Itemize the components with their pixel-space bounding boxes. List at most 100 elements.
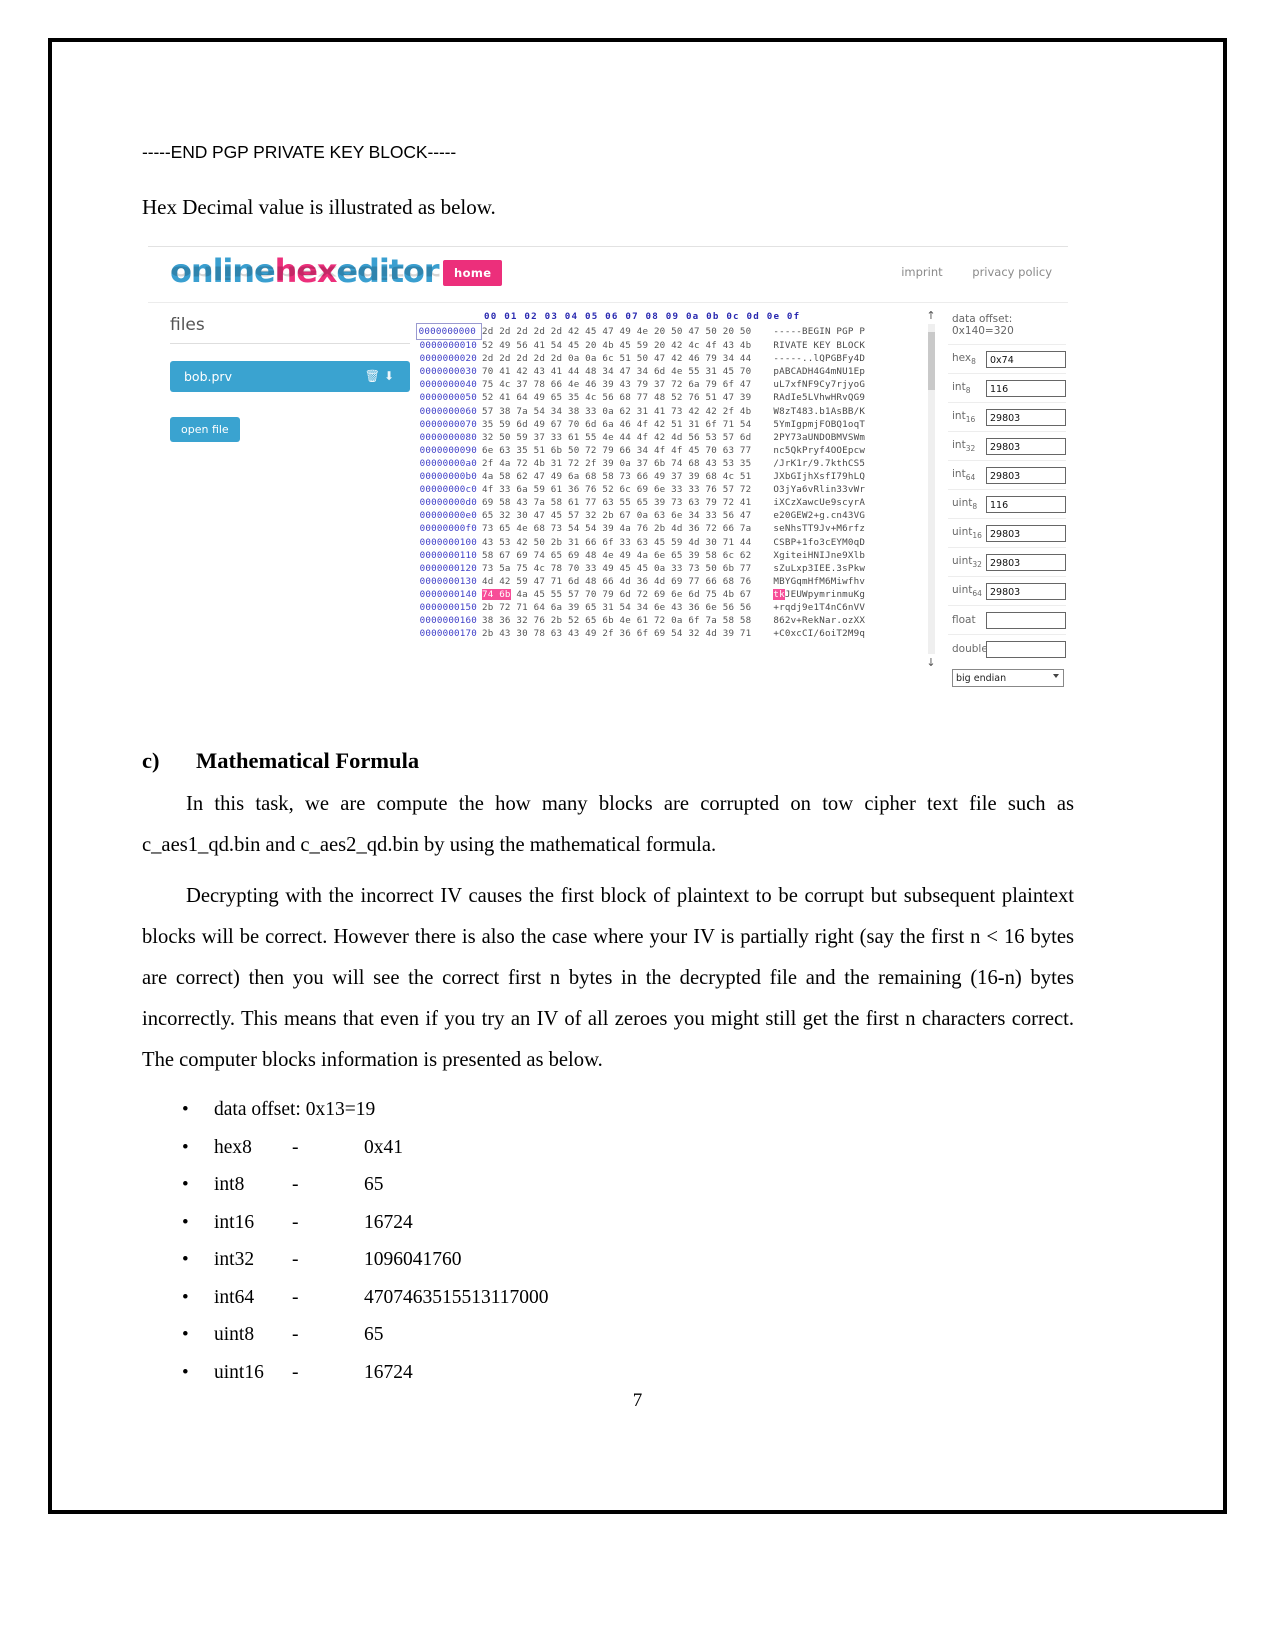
hex-row-offset[interactable]: 0000000100 (416, 536, 482, 549)
hex-row-ascii[interactable]: MBYGqmHfM6Miwfhv (773, 575, 865, 588)
hex-row-bytes[interactable]: 4a 58 62 47 49 6a 68 58 73 66 49 37 39 6… (482, 470, 751, 483)
hex-row-ascii[interactable]: +C0xcCI/6oiT2M9q (773, 627, 865, 640)
hex-row-offset[interactable]: 0000000020 (416, 352, 482, 365)
hex-row-bytes[interactable]: 2d 2d 2d 2d 2d 42 45 47 49 4e 20 50 47 5… (482, 325, 751, 338)
hex-row-bytes[interactable]: 70 41 42 43 41 44 48 34 47 34 6d 4e 55 3… (482, 365, 751, 378)
hex-row-offset[interactable]: 0000000070 (416, 418, 482, 431)
scroll-up-arrow-icon[interactable]: ↑ (923, 309, 939, 322)
hex-row-ascii[interactable]: CSBP+1fo3cEYM0qD (773, 536, 865, 549)
hex-row-offset[interactable]: 00000000a0 (416, 457, 482, 470)
hex-row[interactable]: 0000000080 32 50 59 37 33 61 55 4e 44 4f … (416, 431, 916, 444)
hex-row[interactable]: 0000000130 4d 42 59 47 71 6d 48 66 4d 36 … (416, 575, 916, 588)
inspector-value-input[interactable]: 29803 (986, 582, 1066, 600)
file-list-item-bob-prv[interactable]: bob.prv 🗑⬇ (170, 361, 410, 392)
hex-row-ascii[interactable]: -----..lQPGBFy4D (773, 352, 865, 365)
hex-row-bytes[interactable]: 32 50 59 37 33 61 55 4e 44 4f 42 4d 56 5… (482, 431, 751, 444)
hex-row-bytes[interactable]: 2d 2d 2d 2d 2d 0a 0a 6c 51 50 47 42 46 7… (482, 352, 751, 365)
hex-row-bytes[interactable]: 2f 4a 72 4b 31 72 2f 39 0a 37 6b 74 68 4… (482, 457, 751, 470)
hex-row[interactable]: 0000000000 2d 2d 2d 2d 2d 42 45 47 49 4e … (416, 323, 916, 341)
hex-row-bytes[interactable]: 2b 72 71 64 6a 39 65 31 54 34 6e 43 36 6… (482, 601, 751, 614)
hex-row-offset[interactable]: 0000000150 (416, 601, 482, 614)
hex-row-ascii[interactable]: W8zT483.b1AsBB/K (773, 405, 865, 418)
hex-row-bytes[interactable]: 6e 63 35 51 6b 50 72 79 66 34 4f 4f 45 7… (482, 444, 751, 457)
hex-row[interactable]: 00000000c0 4f 33 6a 59 61 36 76 52 6c 69 … (416, 483, 916, 496)
hex-row-offset[interactable]: 0000000110 (416, 549, 482, 562)
hex-row-offset[interactable]: 0000000010 (416, 339, 482, 352)
hex-row-ascii[interactable]: seNhsTT9Jv+M6rfz (773, 522, 865, 535)
hex-row[interactable]: 0000000060 57 38 7a 54 34 38 33 0a 62 31 … (416, 405, 916, 418)
hex-row[interactable]: 00000000b0 4a 58 62 47 49 6a 68 58 73 66 … (416, 470, 916, 483)
hex-row[interactable]: 0000000120 73 5a 75 4c 78 70 33 49 45 45 … (416, 562, 916, 575)
inspector-value-input[interactable]: 116 (986, 379, 1066, 397)
hex-row-bytes[interactable]: 74 6b 4a 45 55 57 70 79 6d 72 69 6e 6d 7… (482, 588, 751, 601)
hex-row-offset[interactable]: 00000000c0 (416, 483, 482, 496)
hex-row-offset[interactable]: 0000000080 (416, 431, 482, 444)
hex-row[interactable]: 0000000030 70 41 42 43 41 44 48 34 47 34 … (416, 365, 916, 378)
hex-row-offset[interactable]: 00000000d0 (416, 496, 482, 509)
inspector-value-input[interactable]: 29803 (986, 524, 1066, 542)
hex-row[interactable]: 0000000110 58 67 69 74 65 69 48 4e 49 4a … (416, 549, 916, 562)
hex-row[interactable]: 0000000050 52 41 64 49 65 35 4c 56 68 77 … (416, 391, 916, 404)
hex-row-offset[interactable]: 0000000030 (416, 365, 482, 378)
hex-row-ascii[interactable]: sZuLxp3IEE.3sPkw (773, 562, 865, 575)
hex-row-bytes[interactable]: 43 53 42 50 2b 31 66 6f 33 63 45 59 4d 3… (482, 536, 751, 549)
hex-row-offset[interactable]: 0000000170 (416, 627, 482, 640)
hex-row-bytes[interactable]: 65 32 30 47 45 57 32 2b 67 0a 63 6e 34 3… (482, 509, 751, 522)
inspector-value-input[interactable]: 116 (986, 495, 1066, 513)
hex-row-offset[interactable]: 0000000040 (416, 378, 482, 391)
hex-row-ascii[interactable]: 5YmIgpmjFOBQ1oqT (773, 418, 865, 431)
hex-row-ascii[interactable]: e20GEW2+g.cn43VG (773, 509, 865, 522)
hex-row-offset[interactable]: 0000000050 (416, 391, 482, 404)
hex-row-ascii[interactable]: RAdIe5LVhwHRvQG9 (773, 391, 865, 404)
hex-row[interactable]: 0000000150 2b 72 71 64 6a 39 65 31 54 34 … (416, 601, 916, 614)
hex-row-ascii[interactable]: JXbGIjhXsfI79hLQ (773, 470, 865, 483)
scroll-down-arrow-icon[interactable]: ↓ (923, 656, 939, 669)
inspector-value-input[interactable]: 0x74 (986, 350, 1066, 368)
inspector-value-input[interactable] (986, 640, 1066, 658)
hex-dump-pane[interactable]: 00 01 02 03 04 05 06 07 08 09 0a 0b 0c 0… (416, 311, 916, 683)
trash-icon[interactable]: 🗑 (365, 369, 384, 383)
hex-row-bytes[interactable]: 35 59 6d 49 67 70 6d 6a 46 4f 42 51 31 6… (482, 418, 751, 431)
hex-row[interactable]: 00000000a0 2f 4a 72 4b 31 72 2f 39 0a 37 … (416, 457, 916, 470)
hex-row-ascii[interactable]: 2PY73aUNDOBMVSWm (773, 431, 865, 444)
hex-row-bytes[interactable]: 73 5a 75 4c 78 70 33 49 45 45 0a 33 73 5… (482, 562, 751, 575)
hex-row-ascii[interactable]: +rqdj9e1T4nC6nVV (773, 601, 865, 614)
hex-row-ascii[interactable]: tkJEUWpymrinmuKg (773, 588, 865, 601)
hex-row[interactable]: 00000000e0 65 32 30 47 45 57 32 2b 67 0a … (416, 509, 916, 522)
hex-row-offset[interactable]: 00000000b0 (416, 470, 482, 483)
hex-row-ascii[interactable]: -----BEGIN PGP P (773, 325, 865, 338)
hex-row[interactable]: 00000000f0 73 65 4e 68 73 54 54 39 4a 76 … (416, 522, 916, 535)
hex-row[interactable]: 0000000010 52 49 56 41 54 45 20 4b 45 59 … (416, 339, 916, 352)
hex-row[interactable]: 0000000070 35 59 6d 49 67 70 6d 6a 46 4f … (416, 418, 916, 431)
open-file-button[interactable]: open file (170, 417, 240, 442)
hex-row-ascii[interactable]: pABCADH4G4mNU1Ep (773, 365, 865, 378)
hex-row-offset[interactable]: 0000000060 (416, 405, 482, 418)
hex-row-bytes[interactable]: 4f 33 6a 59 61 36 76 52 6c 69 6e 33 33 7… (482, 483, 751, 496)
hex-row-bytes[interactable]: 58 67 69 74 65 69 48 4e 49 4a 6e 65 39 5… (482, 549, 751, 562)
hex-row-offset[interactable]: 00000000e0 (416, 509, 482, 522)
hex-scrollbar[interactable]: ↑ ↓ (923, 309, 939, 687)
hex-row-offset[interactable]: 00000000f0 (416, 522, 482, 535)
hex-row[interactable]: 0000000090 6e 63 35 51 6b 50 72 79 66 34 … (416, 444, 916, 457)
hex-row[interactable]: 0000000140 74 6b 4a 45 55 57 70 79 6d 72 … (416, 588, 916, 601)
hex-row-ascii[interactable]: 862v+RekNar.ozXX (773, 614, 865, 627)
hex-row-bytes[interactable]: 69 58 43 7a 58 61 77 63 55 65 39 73 63 7… (482, 496, 751, 509)
hex-row-offset[interactable]: 0000000090 (416, 444, 482, 457)
hex-row-ascii[interactable]: O3jYa6vRlin33vWr (773, 483, 865, 496)
hex-row-ascii[interactable]: nc5QkPryf4OOEpcw (773, 444, 865, 457)
privacy-policy-link[interactable]: privacy policy (972, 265, 1052, 279)
hex-row-offset[interactable]: 0000000140 (416, 588, 482, 601)
inspector-value-input[interactable]: 29803 (986, 466, 1066, 484)
hex-row[interactable]: 00000000d0 69 58 43 7a 58 61 77 63 55 65 … (416, 496, 916, 509)
home-button[interactable]: home (443, 260, 503, 286)
hex-row-offset[interactable]: 0000000000 (416, 323, 482, 341)
hex-row-bytes[interactable]: 2b 43 30 78 63 43 49 2f 36 6f 69 54 32 4… (482, 627, 751, 640)
inspector-value-input[interactable]: 29803 (986, 553, 1066, 571)
inspector-value-input[interactable]: 29803 (986, 408, 1066, 426)
inspector-value-input[interactable] (986, 611, 1066, 629)
hex-row[interactable]: 0000000020 2d 2d 2d 2d 2d 0a 0a 6c 51 50 … (416, 352, 916, 365)
hex-row-bytes[interactable]: 52 49 56 41 54 45 20 4b 45 59 20 42 4c 4… (482, 339, 751, 352)
inspector-value-input[interactable]: 29803 (986, 437, 1066, 455)
endian-select[interactable]: big endian (952, 669, 1064, 687)
hex-row-ascii[interactable]: uL7xfNF9Cy7rjyoG (773, 378, 865, 391)
